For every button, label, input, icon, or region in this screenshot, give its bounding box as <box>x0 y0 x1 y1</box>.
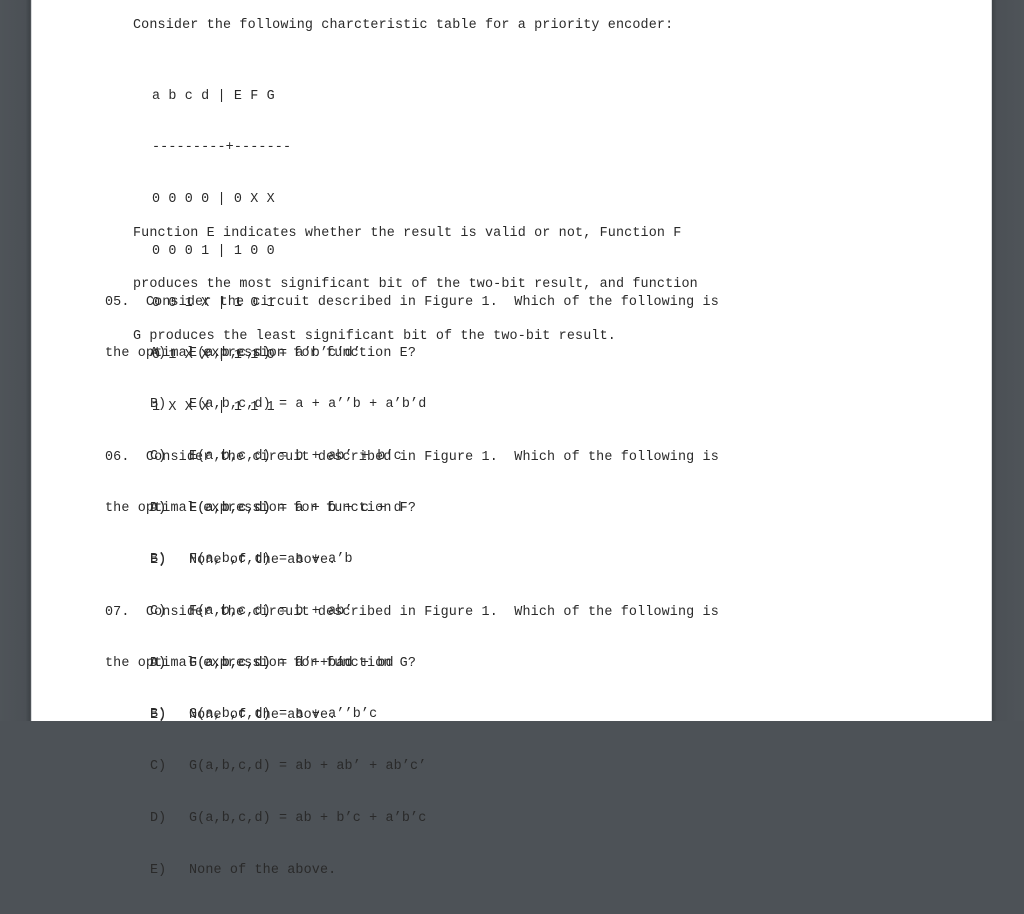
option-d: D) G(a,b,c,d) = ab + b’c + a’b’c <box>150 810 426 827</box>
option-text: F(a,b,c,d) = a + a’b <box>189 552 353 568</box>
question-line: 05. Consider the circuit described in Fi… <box>105 294 719 310</box>
option-letter: A) <box>150 655 167 671</box>
option-text: G(a,b,c,d) = a + b’c <box>189 655 353 671</box>
question-line: 06. Consider the circuit described in Fi… <box>105 449 719 465</box>
left-gutter <box>0 0 30 721</box>
option-e: E) None of the above. <box>150 862 426 879</box>
option-text: G(a,b,c,d) = a + a’’b’c <box>189 707 378 723</box>
option-text: None of the above. <box>189 863 337 879</box>
option-letter: D) <box>150 811 167 827</box>
question-07-options: A) G(a,b,c,d) = a + b’c B) G(a,b,c,d) = a … <box>150 620 426 914</box>
document-page: Consider the following charcteristic tab… <box>31 0 992 878</box>
option-letter: B) <box>150 707 167 723</box>
option-letter: B) <box>150 397 167 413</box>
table-separator: ---------+------- <box>152 140 292 156</box>
option-text: E(a,b,c,d) = a + a’’b + a’b’d <box>189 397 427 413</box>
option-a: A) G(a,b,c,d) = a + b’c <box>150 655 426 672</box>
option-letter: A) <box>150 500 167 516</box>
option-text: F(a,b,c,d) = a + c <box>189 500 337 516</box>
option-text: G(a,b,c,d) = ab + b’c + a’b’c <box>189 811 427 827</box>
option-a: A) E(a,b,c,d) = a’b’c’d’ <box>150 345 426 362</box>
option-a: A) F(a,b,c,d) = a + c <box>150 500 394 517</box>
option-b: B) G(a,b,c,d) = a + a’’b’c <box>150 706 426 723</box>
right-gutter <box>992 0 1024 721</box>
option-b: B) E(a,b,c,d) = a + a’’b + a’b’d <box>150 396 426 413</box>
option-text: G(a,b,c,d) = ab + ab’ + ab’c’ <box>189 759 427 775</box>
description-line: Function E indicates whether the result … <box>133 225 682 241</box>
table-header: a b c d | E F G <box>152 88 275 104</box>
option-letter: A) <box>150 345 167 361</box>
option-letter: E) <box>150 863 167 879</box>
question-line: 07. Consider the circuit described in Fi… <box>105 604 719 620</box>
option-letter: B) <box>150 552 167 568</box>
intro-text: Consider the following charcteristic tab… <box>133 18 674 33</box>
option-text: E(a,b,c,d) = a’b’c’d’ <box>189 345 361 361</box>
option-b: B) F(a,b,c,d) = a + a’b <box>150 551 394 568</box>
option-letter: C) <box>150 759 167 775</box>
option-c: C) G(a,b,c,d) = ab + ab’ + ab’c’ <box>150 758 426 775</box>
